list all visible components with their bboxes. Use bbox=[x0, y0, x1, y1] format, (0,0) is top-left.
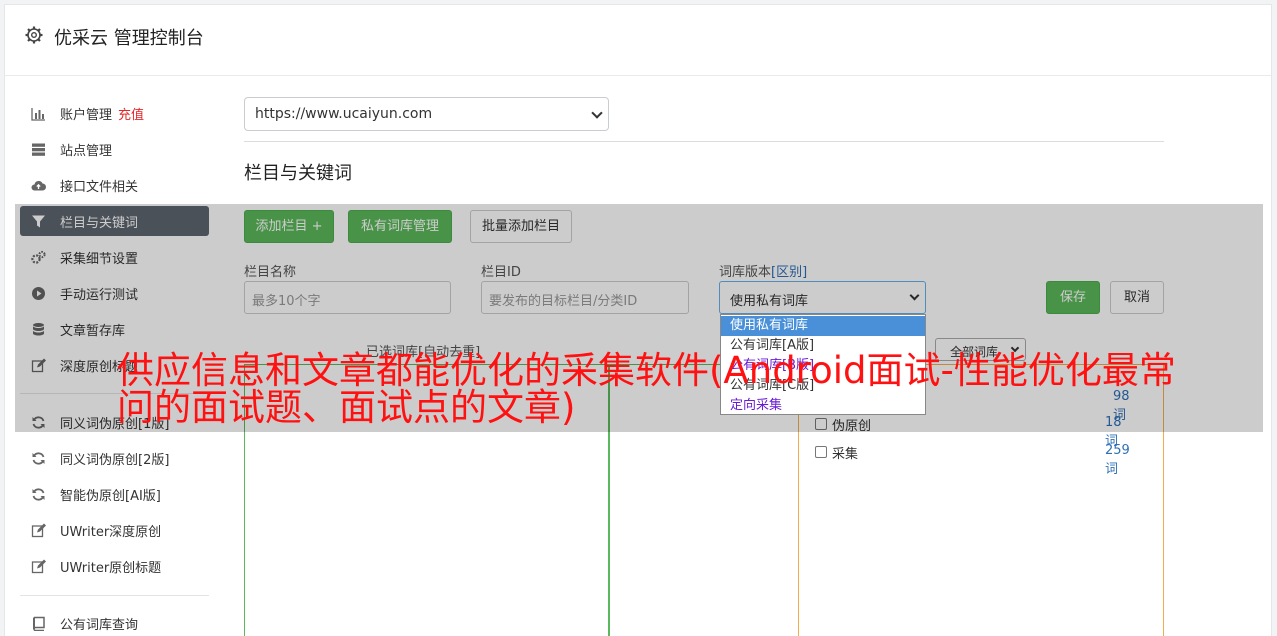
site-select[interactable]: https://www.ucaiyun.com bbox=[244, 97, 609, 131]
checkbox[interactable] bbox=[815, 446, 827, 458]
chevron-down-icon bbox=[591, 107, 603, 119]
page-title: 优采云 管理控制台 bbox=[54, 28, 204, 49]
section-title: 栏目与关键词 bbox=[244, 163, 352, 184]
word-lib-count: 259词 bbox=[1105, 443, 1130, 477]
sidebar-item-label: UWriter原创标题 bbox=[60, 561, 162, 576]
sidebar-item-label: 接口文件相关 bbox=[60, 180, 139, 195]
server-icon bbox=[32, 143, 45, 156]
sidebar-item-interface[interactable]: 接口文件相关 bbox=[20, 170, 209, 200]
edit-icon bbox=[31, 523, 46, 538]
sidebar-item-sites[interactable]: 站点管理 bbox=[20, 134, 209, 164]
word-lib-name: 采集 bbox=[832, 447, 859, 462]
watermark-text: 供应信息和文章都能优化的采集软件(Android面试-性能优化最常问的面试题、面… bbox=[117, 349, 1176, 429]
gear-icon bbox=[25, 26, 43, 44]
top-header: 优采云 管理控制台 bbox=[5, 5, 1271, 76]
bar-chart-icon bbox=[31, 108, 45, 121]
sidebar-item-account[interactable]: 账户管理 充值 bbox=[20, 98, 209, 128]
sidebar-item-public-lib[interactable]: 公有词库查询 bbox=[20, 608, 209, 636]
sidebar-item-label: 同义词伪原创[2版] bbox=[60, 453, 170, 468]
sidebar-item-uwriter-deep[interactable]: UWriter深度原创 bbox=[20, 515, 209, 545]
sidebar-item-label: 站点管理 bbox=[60, 144, 113, 159]
recharge-link[interactable]: 充值 bbox=[118, 108, 144, 123]
site-select-value: https://www.ucaiyun.com bbox=[255, 106, 433, 122]
dropdown-option[interactable]: 使用私有词库 bbox=[721, 316, 925, 336]
sidebar-item-label: 公有词库查询 bbox=[60, 618, 139, 633]
sidebar-item-synonym-2[interactable]: 同义词伪原创[2版] bbox=[20, 443, 209, 473]
sidebar-item-label: 账户管理 bbox=[60, 108, 113, 123]
sidebar-item-ai-rewrite[interactable]: 智能伪原创[AI版] bbox=[20, 479, 209, 509]
cloud-upload-icon bbox=[31, 180, 46, 191]
refresh-icon bbox=[32, 452, 45, 465]
sidebar-divider bbox=[20, 595, 209, 596]
book-icon bbox=[33, 616, 45, 631]
edit-icon bbox=[31, 559, 46, 574]
sidebar-item-uwriter-title[interactable]: UWriter原创标题 bbox=[20, 551, 209, 581]
refresh-icon bbox=[32, 488, 45, 501]
divider bbox=[244, 141, 1164, 142]
sidebar-item-label: UWriter深度原创 bbox=[60, 525, 162, 540]
sidebar-item-label: 智能伪原创[AI版] bbox=[60, 489, 161, 504]
